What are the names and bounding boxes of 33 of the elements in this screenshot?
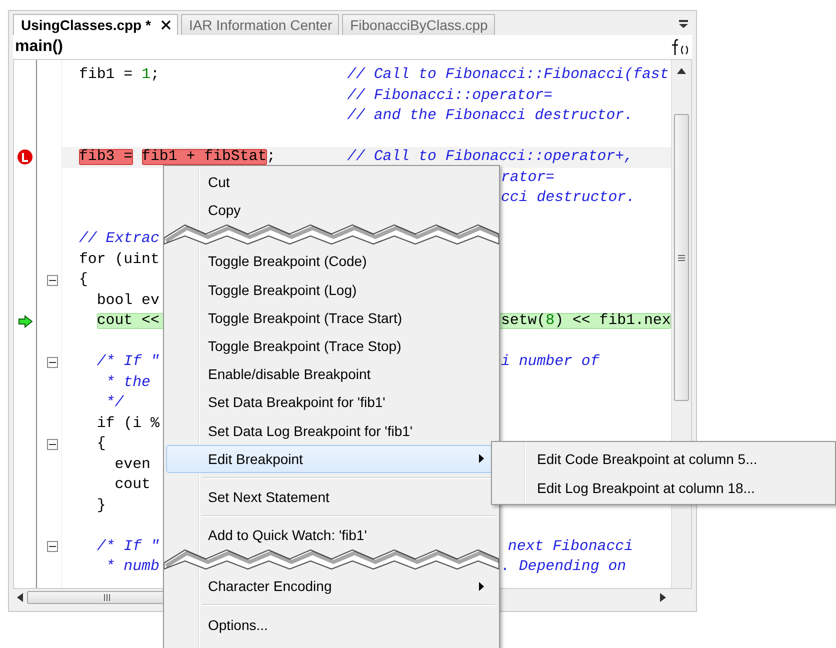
code-comment: // Call to Fibonacci::operator+, [347,149,634,166]
code-text: } [96,498,106,514]
code-text: cout [114,477,150,494]
code-text: 1 [142,67,150,84]
code-text: ; [266,149,276,166]
code-comment: // Extrac [79,231,160,248]
code-text: ; [150,67,160,84]
code-comment: . Depending on [500,559,626,576]
code-text: for (uint [79,252,160,268]
code-comment: // and the Fibonacci destructor. [347,108,634,124]
code-text: if (i % [96,416,160,432]
code-text: even [114,456,150,473]
code-text: 8 [546,313,555,330]
code-comment: next Fibonacci [508,538,634,555]
breakpoint-code: fib1 + fibStat [142,149,267,166]
code-comment: */ [104,395,124,412]
code-comment: rator= [500,170,555,186]
breakpoint-code: fib3 = [79,149,133,166]
code-text: bool ev [96,292,160,309]
code-text: { [96,436,106,452]
code-comment: // Call to Fibonacci::Fibonacci(fast [347,67,669,84]
code-comment: // Fibonacci::operator= [347,88,553,104]
code-comment: cci destructor. [500,190,636,206]
code-comment: /* If " [96,354,160,370]
code-text: setw( [500,313,546,330]
code-text: { [79,272,88,288]
code-text: fib1 = [79,67,134,84]
code-text: cout << [96,313,160,330]
code-text: ) << fib1.nex [554,313,671,330]
code-comment: /* If " [96,538,160,555]
code-comment: i number of [500,354,600,370]
code-comment: * numb [104,559,160,576]
code-comment: * the [104,374,150,391]
